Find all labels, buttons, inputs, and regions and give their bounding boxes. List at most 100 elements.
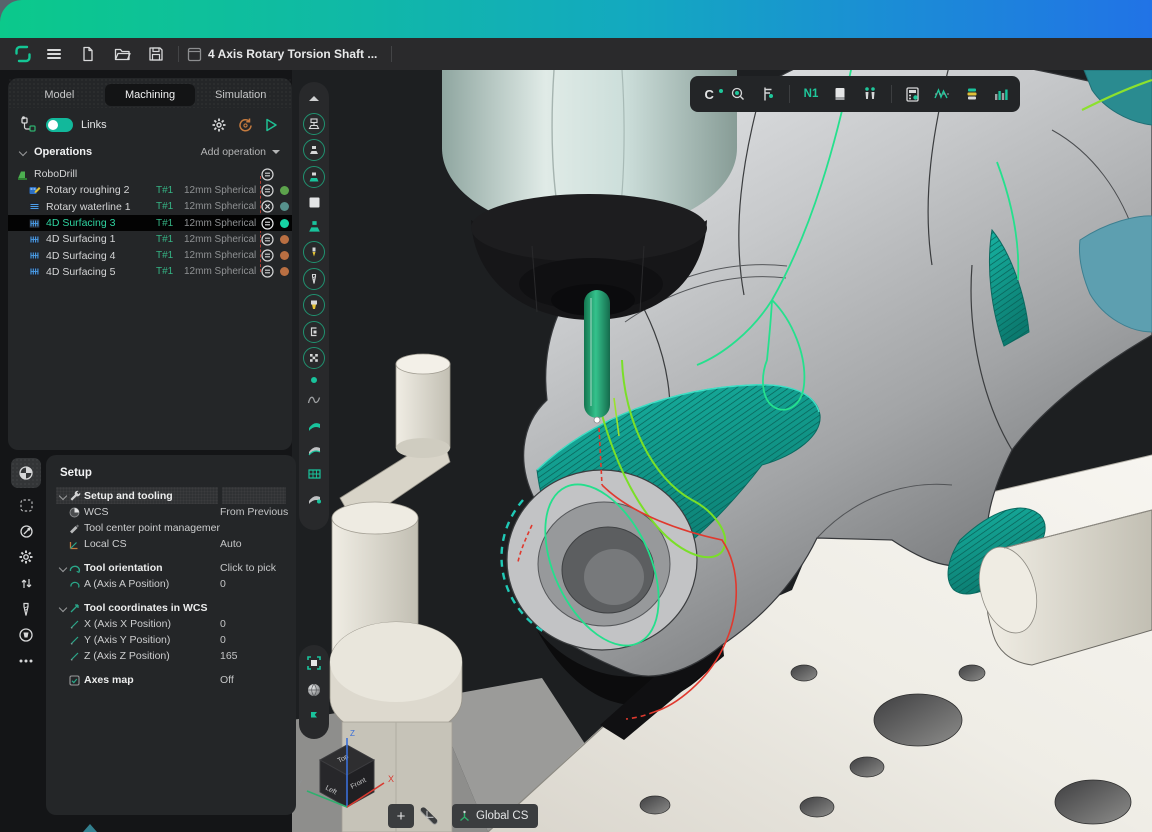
main-menu-button[interactable]: [40, 42, 68, 66]
setup-row-axes-map[interactable]: Axes map Off: [56, 672, 286, 688]
tool-display-button[interactable]: [303, 241, 325, 263]
operation-link-state-icon[interactable]: [260, 232, 274, 246]
rail-setup-button[interactable]: [11, 458, 41, 488]
links-settings-button[interactable]: [210, 116, 228, 134]
rail-more-button[interactable]: [16, 652, 36, 670]
operations-header[interactable]: Operations Add operation: [8, 138, 292, 162]
axis-z-label: Z: [350, 729, 355, 738]
nc-code-button[interactable]: N1: [802, 84, 820, 104]
setup-row-tool-orientation[interactable]: Tool orientation Click to pick: [56, 560, 286, 576]
machine-row[interactable]: RoboDrill: [8, 166, 292, 182]
orbit-sphere-button[interactable]: [303, 680, 325, 700]
arc-center-button[interactable]: C: [700, 84, 718, 104]
operation-row[interactable]: Rotary waterline 1 T#1 12mm Spherical: [8, 199, 292, 215]
tab-simulation[interactable]: Simulation: [195, 84, 286, 106]
operation-link-state-icon[interactable]: [260, 216, 274, 230]
row-value[interactable]: From Previous: [220, 506, 286, 518]
stock-box-button[interactable]: [303, 192, 325, 212]
links-toggle[interactable]: [46, 118, 73, 132]
point-display-button[interactable]: [303, 374, 325, 386]
run-simulation-button[interactable]: [262, 116, 280, 134]
rail-holder-button[interactable]: [16, 626, 36, 644]
operation-row[interactable]: 4D Surfacing 5 T#1 12mm Spherical: [8, 264, 292, 280]
mesh-display-button[interactable]: [303, 347, 325, 369]
fixture-display-button[interactable]: [303, 321, 325, 343]
open-file-button[interactable]: [108, 42, 136, 66]
setup-row-wcs[interactable]: WCS From Previous: [56, 504, 286, 520]
tab-model[interactable]: Model: [14, 84, 105, 106]
save-button[interactable]: [142, 42, 170, 66]
surface-display-button[interactable]: [303, 415, 325, 435]
setup-row-axis-a[interactable]: A (Axis A Position) 0: [56, 576, 286, 592]
document-title[interactable]: 4 Axis Rotary Torsion Shaft ...: [208, 47, 377, 61]
zoom-fit-button[interactable]: [303, 653, 325, 673]
post-processor-button[interactable]: [904, 84, 922, 104]
tools-list-button[interactable]: [860, 84, 878, 104]
setup-row-local-cs[interactable]: Local CS Auto: [56, 536, 286, 552]
analysis-graph-button[interactable]: [933, 84, 951, 104]
operation-row-selected[interactable]: 4D Surfacing 3 T#1 12mm Spherical: [8, 215, 292, 231]
viewport-3d[interactable]: Top Left Front X Y Z: [292, 70, 1152, 832]
probe-button[interactable]: [729, 84, 747, 104]
curve-display-button[interactable]: [303, 390, 325, 410]
machine-link-state-icon[interactable]: [260, 167, 274, 181]
operation-unlink-state-icon[interactable]: [260, 200, 274, 214]
global-cs-button[interactable]: Global CS: [452, 804, 538, 828]
tab-machining[interactable]: Machining: [105, 84, 196, 106]
show-stock-machine-button[interactable]: [303, 166, 325, 188]
new-file-button[interactable]: [74, 42, 102, 66]
show-head-button[interactable]: [303, 139, 325, 161]
show-machine-button[interactable]: [303, 113, 325, 135]
operation-link-state-icon[interactable]: [260, 183, 274, 197]
rail-tool-button[interactable]: [16, 600, 36, 618]
row-value[interactable]: Off: [220, 674, 286, 686]
setup-row-axis-z[interactable]: Z (Axis Z Position) 165: [56, 648, 286, 664]
rail-parameters-button[interactable]: [16, 548, 36, 566]
row-value[interactable]: Click to pick: [220, 562, 286, 574]
patch-corner-display-button[interactable]: [303, 488, 325, 508]
operation-row[interactable]: 4D Surfacing 1 T#1 12mm Spherical: [8, 231, 292, 247]
statistics-button[interactable]: [992, 84, 1010, 104]
rail-stock-button[interactable]: [16, 522, 36, 540]
row-value[interactable]: 0: [220, 578, 286, 590]
drill-display-button[interactable]: [303, 268, 325, 290]
row-label: Y (Axis Y Position): [84, 634, 220, 646]
sheet-button[interactable]: [831, 84, 849, 104]
rail-region-button[interactable]: [16, 496, 36, 514]
curve-icon: [307, 394, 321, 406]
links-nodes-icon: [20, 116, 38, 134]
surface-grid-display-button[interactable]: [303, 464, 325, 484]
collapsed-panel-arrow[interactable]: [83, 824, 97, 832]
row-value[interactable]: 165: [220, 650, 286, 662]
row-value[interactable]: 0: [220, 618, 286, 630]
add-cs-button[interactable]: +: [388, 804, 414, 828]
row-value[interactable]: 0: [220, 634, 286, 646]
surface-gray-display-button[interactable]: [303, 439, 325, 459]
arc-center-icon: C: [704, 87, 713, 102]
setup-row-axis-x[interactable]: X (Axis X Position) 0: [56, 616, 286, 632]
flag-button[interactable]: [303, 707, 325, 727]
operation-link-state-icon[interactable]: [260, 249, 274, 263]
setup-tooling-header[interactable]: Setup and tooling: [56, 487, 286, 504]
titlebar-divider: [178, 46, 179, 62]
post-calc-icon: [904, 86, 921, 103]
setup-row-axis-y[interactable]: Y (Axis Y Position) 0: [56, 632, 286, 648]
operation-row[interactable]: Rotary roughing 2 T#1 12mm Spherical: [8, 182, 292, 198]
operation-link-state-icon[interactable]: [260, 265, 274, 279]
add-operation-button[interactable]: Add operation: [201, 146, 280, 158]
setup-row-tool-coordinates[interactable]: Tool coordinates in WCS: [56, 600, 286, 616]
axis-a-arc-icon: [68, 578, 81, 591]
axis-x-arrow-icon: [68, 618, 81, 631]
regenerate-button[interactable]: [236, 116, 254, 134]
viewport-3d-scene[interactable]: Top Left Front X Y Z: [292, 70, 1152, 832]
holder-display-button[interactable]: [303, 294, 325, 316]
rail-passes-button[interactable]: [16, 574, 36, 592]
cs-dropdown-button[interactable]: [419, 806, 439, 826]
setup-row-tcp[interactable]: Tool center point managemen: [56, 520, 286, 536]
row-value[interactable]: Auto: [220, 538, 286, 550]
tool-layers-button[interactable]: [962, 84, 980, 104]
caliper-button[interactable]: [759, 84, 777, 104]
active-machine-button[interactable]: [303, 217, 325, 237]
collapse-toolbar-button[interactable]: [303, 88, 325, 108]
operation-row[interactable]: 4D Surfacing 4 T#1 12mm Spherical: [8, 247, 292, 263]
